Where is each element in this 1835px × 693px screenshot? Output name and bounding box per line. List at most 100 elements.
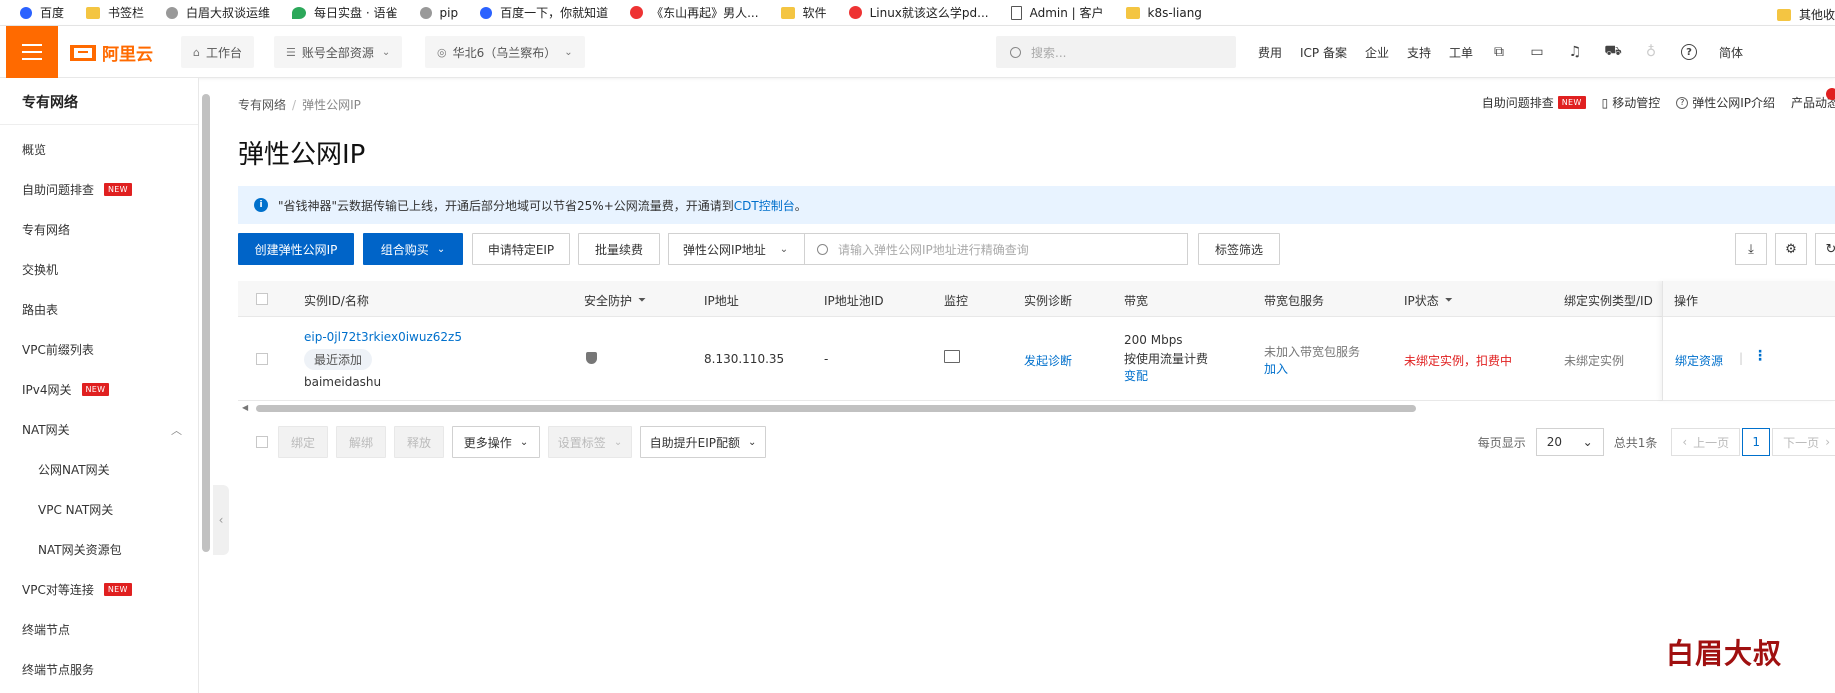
troubleshoot-link[interactable]: 自助问题排查 NEW [1482,94,1586,111]
workbench-button[interactable]: ⌂ 工作台 [181,36,254,68]
mobile-icon: ▯ [1601,95,1609,110]
page-actions: 自助问题排查 NEW ▯ 移动管控 ? 弹性公网IP介绍 产品动态 [1466,94,1835,111]
bookmark-baidu[interactable]: 百度 [20,4,64,21]
sidebar-item-vpc-peering[interactable]: VPC对等连接 NEW [22,581,132,598]
region-dropdown[interactable]: ◎ 华北6（乌兰察布） ⌄ [425,36,585,68]
more-actions-icon[interactable]: ⋮ [1753,348,1767,364]
sidebar-item-vswitch[interactable]: 交换机 [22,261,58,278]
scroll-left-icon[interactable]: ◀ [242,403,248,412]
cart-icon[interactable]: ⛟ [1604,43,1622,60]
row-checkbox[interactable] [256,353,268,365]
bookmark-folder-bookmarks[interactable]: 书签栏 [86,4,144,21]
sidebar-item-vpc[interactable]: 专有网络 [22,221,70,238]
person-icon [419,6,432,19]
sidebar-item-troubleshoot[interactable]: 自助问题排查 NEW [22,181,132,198]
apply-specific-eip-button[interactable]: 申请特定EIP [472,233,570,265]
notification-dot [1826,88,1835,100]
help-icon: ? [1676,96,1689,109]
sidebar-item-public-nat[interactable]: 公网NAT网关 [38,461,110,478]
folder-icon [86,6,101,19]
filter-field-select[interactable]: 弹性公网IP地址 ⌄ [669,234,805,264]
bookmark-admin[interactable]: Admin | 客户 [1010,4,1104,21]
sidebar-item-endpoint[interactable]: 终端节点 [22,621,70,638]
per-page-select[interactable]: 20 ⌄ [1535,428,1604,456]
footer-select-all-checkbox[interactable] [256,436,268,448]
bookmark-folder-software[interactable]: 软件 [780,4,827,21]
account-resources-dropdown[interactable]: ☰ 账号全部资源 ⌄ [274,36,403,68]
sidebar-item-ipv4-gateway[interactable]: IPv4网关 NEW [22,381,110,398]
gear-icon[interactable]: ⚙ [1775,233,1807,265]
code-icon[interactable]: ⧉ [1491,44,1507,60]
bind-type: 未绑定实例 [1564,354,1625,368]
sidebar-item-nat-gateway[interactable]: NAT网关 ︿ [22,421,182,438]
filter-icon[interactable]: ⏷ [1445,295,1453,306]
bind-resource-link[interactable]: 绑定资源 [1675,352,1723,369]
set-tags-button[interactable]: 设置标签 ⌄ [548,426,632,458]
tag-filter-button[interactable]: 标签筛选 [1198,233,1280,265]
bookmark-yuque[interactable]: 每日实盘 · 语雀 [292,4,398,21]
prev-page-button[interactable]: ‹ 上一页 [1671,428,1741,456]
table-horizontal-scrollbar[interactable]: ◀ [238,403,1835,413]
eip-intro-link[interactable]: ? 弹性公网IP介绍 [1676,94,1775,111]
sidebar-divider [0,124,198,125]
breadcrumb-vpc[interactable]: 专有网络 [238,98,286,112]
eip-search-input[interactable]: 请输入弹性公网IP地址进行精确查询 [805,241,1132,258]
sidebar-item-vpc-nat[interactable]: VPC NAT网关 [38,501,113,518]
sidebar-item-prefix-list[interactable]: VPC前缀列表 [22,341,94,358]
next-page-button[interactable]: 下一页 › [1772,428,1835,456]
nav-link-fees[interactable]: 费用 [1258,44,1282,61]
nav-link-ticket[interactable]: 工单 [1449,44,1473,61]
sidebar-collapse-button[interactable]: ‹ [213,485,229,555]
nav-link-support[interactable]: 支持 [1407,44,1431,61]
nav-link-enterprise[interactable]: 企业 [1365,44,1389,61]
sidebar-item-overview[interactable]: 概览 [22,141,46,158]
diagnose-link[interactable]: 发起诊断 [1024,352,1072,369]
new-badge: NEW [1557,96,1586,109]
page-number[interactable]: 1 [1742,428,1771,456]
download-icon[interactable]: ⤓ [1735,233,1767,265]
select-all-checkbox[interactable] [256,293,268,305]
nav-link-icp[interactable]: ICP 备案 [1300,44,1347,61]
monitor-icon[interactable] [944,350,960,363]
th-security[interactable]: 安全防护 ⏷ [584,292,646,309]
batch-renew-button[interactable]: 批量续费 [578,233,660,265]
bookmark-linux[interactable]: Linux就该这么学pd... [848,4,989,21]
aliyun-logo[interactable]: 阿里云 [70,40,153,65]
bookmark-k8s[interactable]: k8s-liang [1125,6,1202,20]
lightbulb-icon[interactable]: ♁ [1643,44,1659,60]
bookmark-baidu-search[interactable]: 百度一下，你就知道 [480,4,608,21]
bookmark-pip[interactable]: pip [419,6,458,20]
th-status[interactable]: IP状态 ⏷ [1404,292,1453,309]
language-switch[interactable]: 简体 [1719,44,1743,61]
menu-button[interactable] [6,26,58,78]
bookmark-baimei[interactable]: 白眉大叔谈运维 [166,4,270,21]
shield-icon[interactable] [586,352,597,364]
sidebar-item-endpoint-service[interactable]: 终端节点服务 [22,661,94,678]
sidebar-scrollbar[interactable] [202,94,210,552]
join-pkg-link[interactable]: 加入 [1264,360,1288,377]
more-operations-button[interactable]: 更多操作 ⌄ [452,426,540,458]
global-search-input[interactable]: 搜索... [996,36,1236,68]
sidebar-item-route-table[interactable]: 路由表 [22,301,58,318]
help-icon[interactable]: ? [1681,44,1698,60]
bookmark-other[interactable]: 其他收 [1776,6,1835,23]
release-button[interactable]: 释放 [394,426,444,458]
filter-icon[interactable]: ⏷ [638,295,646,306]
change-spec-link[interactable]: 变配 [1124,367,1148,384]
instance-id-link[interactable]: eip-0jl72t3rkiex0iwuz62z5 [304,330,462,344]
increase-quota-button[interactable]: 自助提升EIP配额 ⌄ [640,426,766,458]
sidebar-item-nat-package[interactable]: NAT网关资源包 [38,541,122,558]
refresh-icon[interactable]: ↻ [1815,233,1835,265]
mobile-control-link[interactable]: ▯ 移动管控 [1602,94,1661,111]
cdt-console-link[interactable]: CDT控制台 [734,197,795,214]
bookmark-video[interactable]: 《东山再起》男人... [630,4,759,21]
combo-purchase-button[interactable]: 组合购买 ⌄ [363,233,463,265]
page-title: 弹性公网IP [238,140,366,170]
scrollbar-thumb[interactable] [256,405,1416,412]
unbind-button[interactable]: 解绑 [336,426,386,458]
chevron-left-icon: ‹ [218,513,224,527]
bell-icon[interactable]: ♫ [1567,44,1583,60]
bind-button[interactable]: 绑定 [278,426,328,458]
terminal-icon[interactable]: ▭ [1529,44,1545,60]
create-eip-button[interactable]: 创建弹性公网IP [238,233,354,265]
